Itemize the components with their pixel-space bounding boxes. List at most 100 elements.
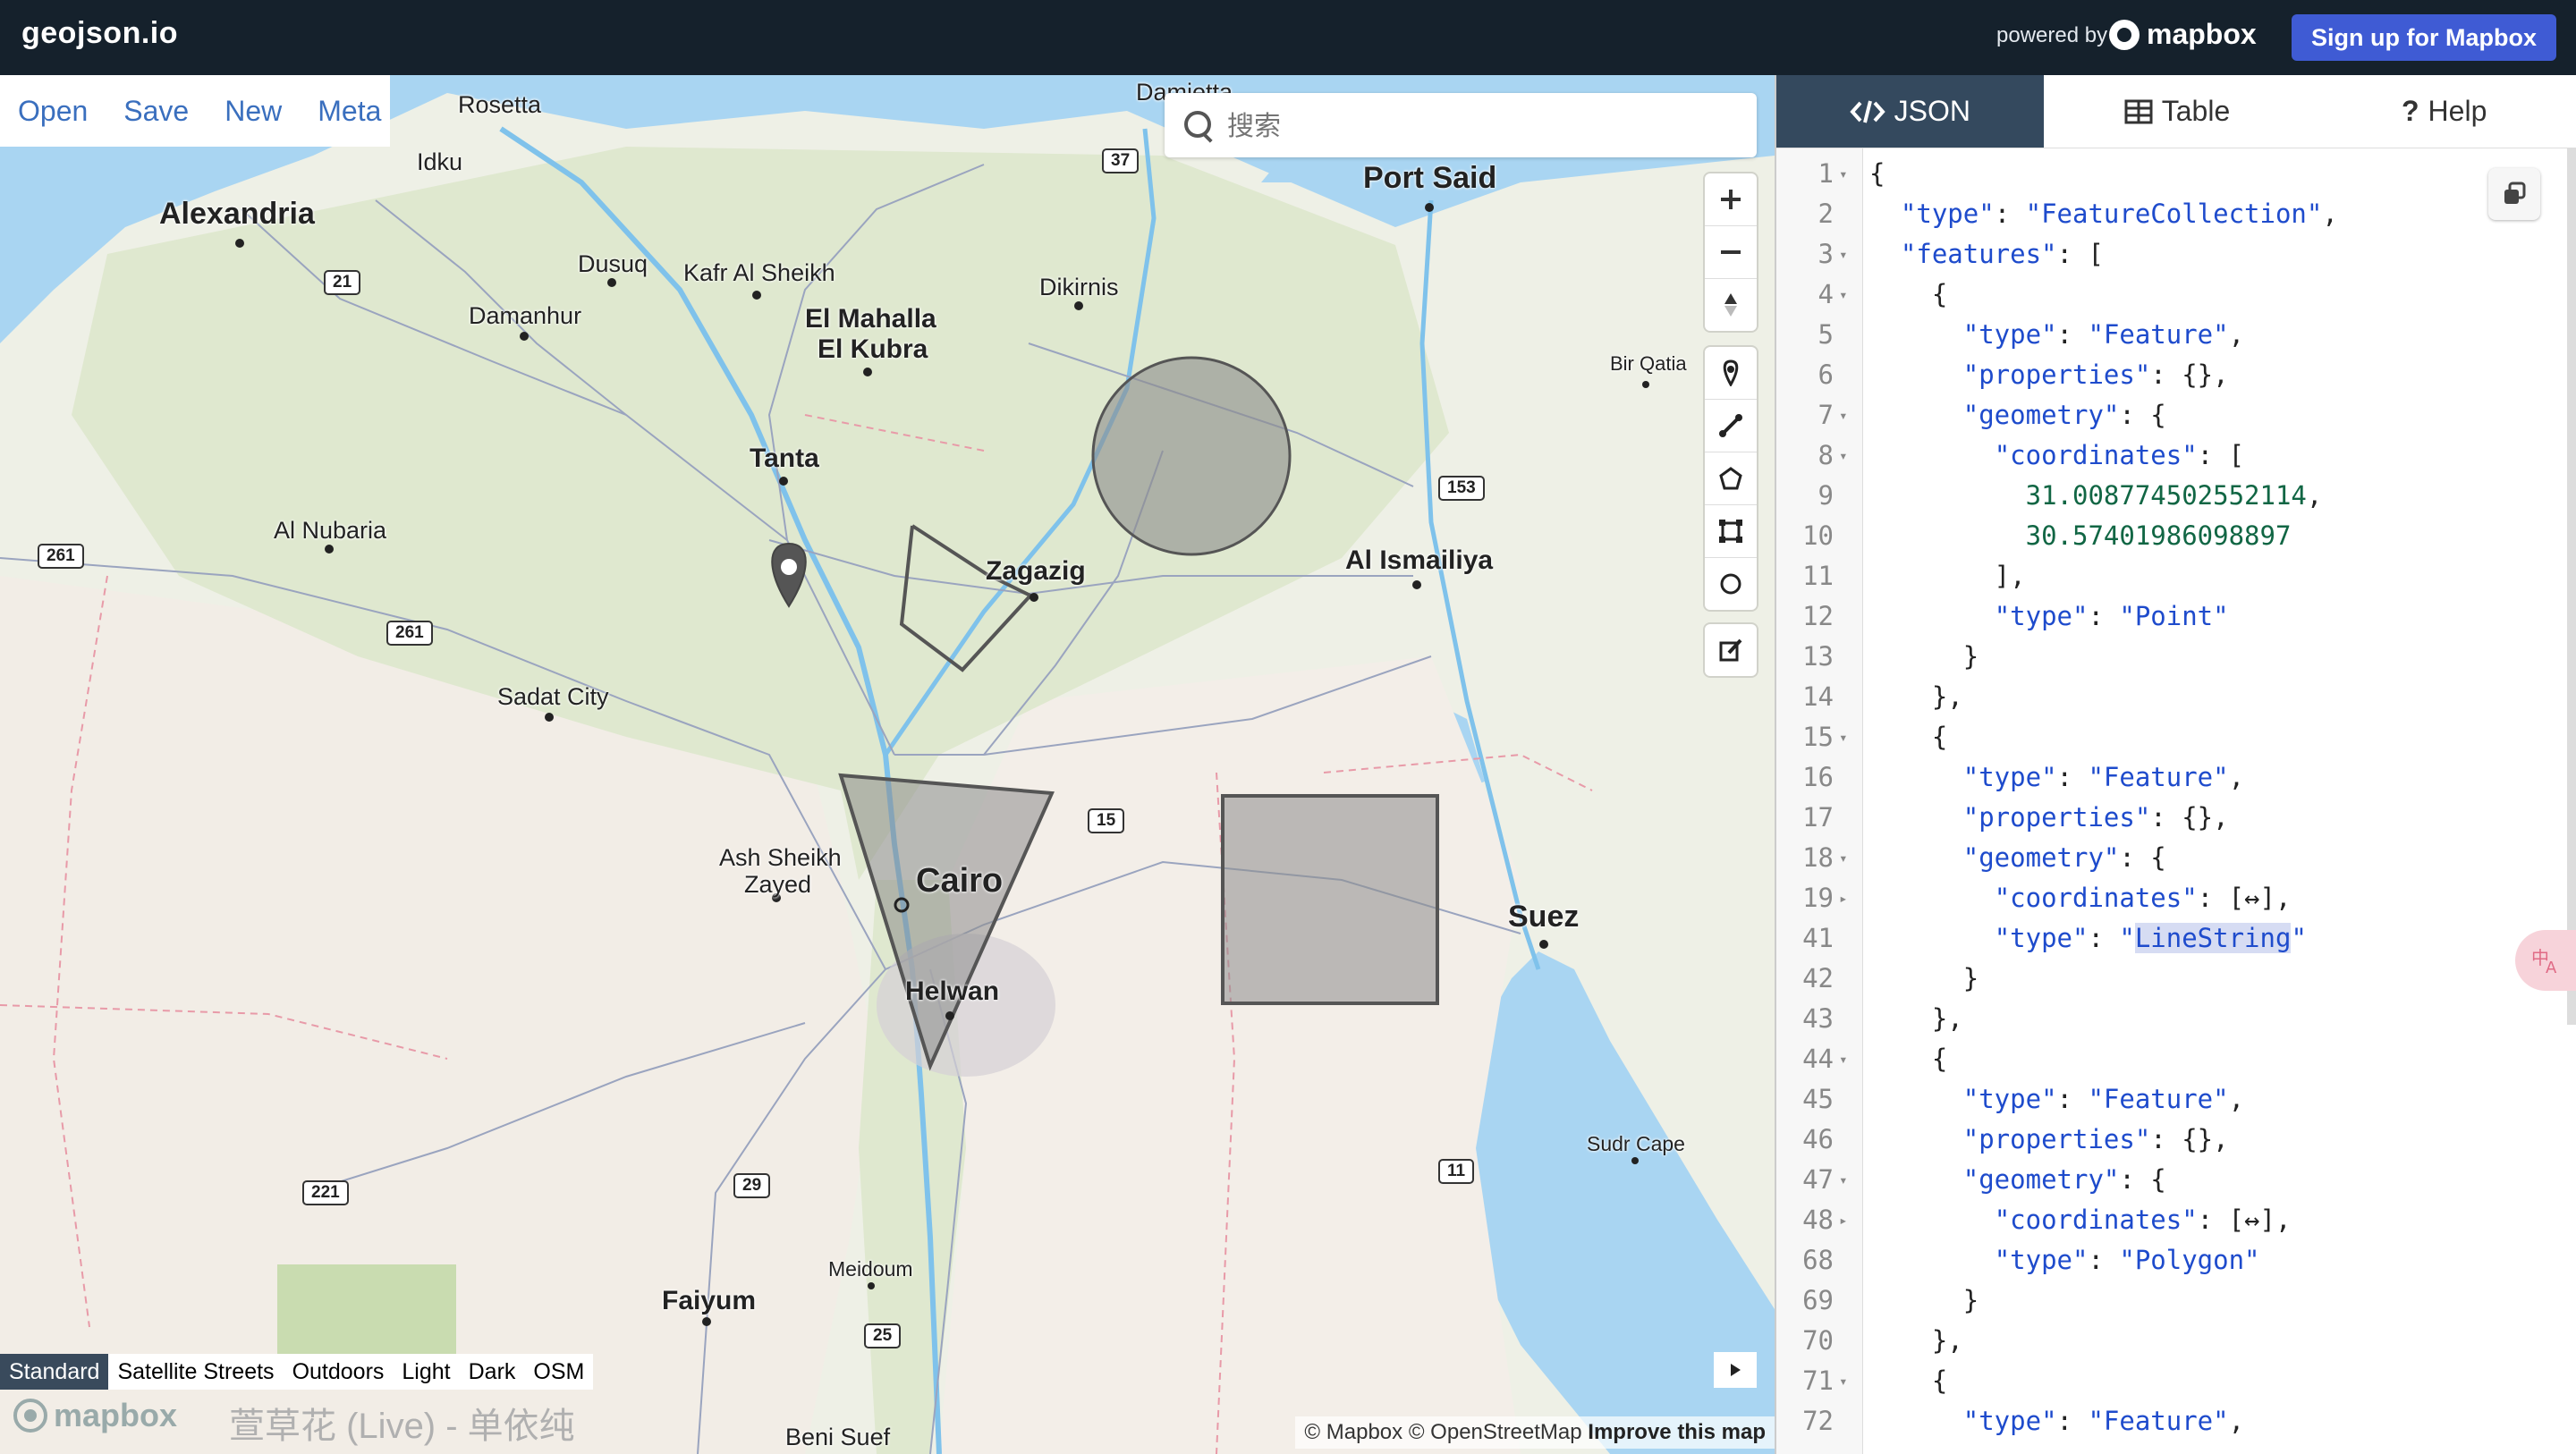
line-number: 14 bbox=[1802, 681, 1834, 712]
line-number: 16 bbox=[1802, 762, 1834, 792]
rectangle-icon bbox=[1719, 520, 1742, 543]
code-text: "coordinates": [ bbox=[1994, 440, 2245, 470]
draw-rectangle-button[interactable] bbox=[1705, 505, 1757, 558]
line-number: 45 bbox=[1802, 1084, 1834, 1114]
fold-toggle-icon[interactable]: ▾ bbox=[1839, 154, 1848, 194]
code-text: { bbox=[1869, 279, 1948, 309]
style-satellite-streets[interactable]: Satellite Streets bbox=[108, 1354, 283, 1390]
compass-button[interactable] bbox=[1705, 279, 1757, 331]
translate-button[interactable]: 中A bbox=[2515, 930, 2576, 991]
marker-icon bbox=[1723, 359, 1739, 386]
line-number: 11 bbox=[1802, 561, 1834, 591]
search-icon bbox=[1184, 111, 1211, 138]
code-text: ], bbox=[1869, 561, 2026, 591]
code-text: "geometry": { bbox=[1962, 842, 2166, 873]
fold-toggle-icon[interactable]: ▾ bbox=[1839, 234, 1848, 275]
svg-text:A: A bbox=[2546, 959, 2557, 976]
code-text: }, bbox=[1869, 681, 1963, 712]
draw-line-button[interactable] bbox=[1705, 400, 1757, 452]
compass-icon bbox=[1724, 293, 1737, 317]
map-attribution: © Mapbox © OpenStreetMap Improve this ma… bbox=[1295, 1416, 1775, 1449]
code-text: "coordinates": [↔], bbox=[1994, 1205, 2292, 1235]
edit-toolbar bbox=[1705, 624, 1757, 676]
draw-polygon-button[interactable] bbox=[1705, 452, 1757, 505]
tab-help-label: Help bbox=[2428, 95, 2487, 127]
label-el-kubra: El Kubra bbox=[818, 334, 928, 364]
line-number: 17 bbox=[1802, 802, 1834, 833]
map-mapbox-logo[interactable]: mapbox bbox=[13, 1397, 177, 1434]
translate-icon: 中A bbox=[2531, 947, 2557, 976]
tab-help[interactable]: ? Help bbox=[2310, 75, 2576, 148]
tab-table[interactable]: Table bbox=[2043, 75, 2311, 148]
code-text: "features": [ bbox=[1900, 239, 2104, 269]
edit-features-button[interactable] bbox=[1705, 624, 1757, 676]
style-osm[interactable]: OSM bbox=[524, 1354, 593, 1390]
fold-toggle-icon[interactable]: ▾ bbox=[1839, 838, 1848, 878]
meta-menu-item[interactable]: Meta bbox=[300, 95, 399, 128]
search-input[interactable] bbox=[1225, 102, 1739, 150]
fold-toggle-icon[interactable]: ▾ bbox=[1839, 717, 1848, 757]
code-text: "properties": {}, bbox=[1962, 1124, 2229, 1154]
road-shield: 261 bbox=[386, 621, 433, 646]
code-text: "geometry": { bbox=[1962, 1164, 2166, 1195]
line-number: 44 bbox=[1802, 1044, 1834, 1074]
mapbox-logo-text: mapbox bbox=[2147, 18, 2257, 50]
label-ash-sheikh: Ash Sheikh bbox=[719, 844, 842, 871]
editor-scrollbar[interactable] bbox=[2567, 148, 2576, 1025]
search-box bbox=[1165, 93, 1757, 157]
copy-button[interactable] bbox=[2488, 168, 2540, 220]
open-menu-item[interactable]: Open bbox=[0, 95, 106, 128]
edit-icon bbox=[1719, 638, 1742, 662]
line-number: 15 bbox=[1802, 722, 1834, 752]
attribution-text[interactable]: © Mapbox © OpenStreetMap bbox=[1304, 1420, 1581, 1444]
feature-circle[interactable] bbox=[1091, 356, 1292, 556]
fold-toggle-icon[interactable]: ▾ bbox=[1839, 395, 1848, 435]
road-shield: 25 bbox=[864, 1323, 902, 1348]
signup-button[interactable]: Sign up for Mapbox bbox=[2292, 14, 2556, 61]
fold-toggle-icon[interactable]: ▾ bbox=[1839, 1361, 1848, 1401]
draw-circle-button[interactable] bbox=[1705, 558, 1757, 610]
collapse-panel-button[interactable] bbox=[1714, 1352, 1757, 1388]
code-text: "coordinates": [↔], bbox=[1994, 883, 2292, 913]
new-menu-item[interactable]: New bbox=[207, 95, 300, 128]
label-alexandria: Alexandria bbox=[159, 197, 315, 231]
label-helwan: Helwan bbox=[905, 976, 1000, 1006]
line-number: 41 bbox=[1802, 923, 1834, 953]
save-menu-item[interactable]: Save bbox=[106, 95, 207, 128]
fold-toggle-icon[interactable]: ▾ bbox=[1839, 1160, 1848, 1200]
code-text: { bbox=[1869, 1365, 1948, 1396]
zoom-out-button[interactable] bbox=[1705, 226, 1757, 279]
style-light[interactable]: Light bbox=[393, 1354, 459, 1390]
label-rosetta: Rosetta bbox=[458, 91, 542, 118]
fold-toggle-icon[interactable]: ▸ bbox=[1839, 878, 1848, 918]
label-damanhur: Damanhur bbox=[469, 302, 582, 329]
improve-map-link[interactable]: Improve this map bbox=[1588, 1420, 1766, 1444]
mapbox-logo[interactable]: mapbox bbox=[2109, 18, 2257, 51]
label-dikirnis: Dikirnis bbox=[1039, 274, 1119, 300]
label-faiyum: Faiyum bbox=[662, 1286, 757, 1315]
label-zagazig: Zagazig bbox=[986, 556, 1086, 586]
line-number: 43 bbox=[1802, 1003, 1834, 1034]
label-port-said: Port Said bbox=[1363, 161, 1497, 195]
fold-toggle-icon[interactable]: ▸ bbox=[1839, 1200, 1848, 1240]
label-meidoum: Meidoum bbox=[828, 1257, 913, 1281]
code-text: } bbox=[1869, 963, 1979, 993]
brand-title[interactable]: geojson.io bbox=[21, 16, 178, 51]
road-shield: 153 bbox=[1438, 476, 1485, 501]
draw-point-button[interactable] bbox=[1705, 347, 1757, 400]
fold-toggle-icon[interactable]: ▾ bbox=[1839, 435, 1848, 476]
feature-rectangle-polygon[interactable] bbox=[1221, 794, 1439, 1005]
code-text: "geometry": { bbox=[1962, 400, 2166, 430]
style-outdoors[interactable]: Outdoors bbox=[284, 1354, 394, 1390]
map-canvas[interactable]: Alexandria Port Said Tanta Zagazig Cairo… bbox=[0, 75, 1775, 1454]
json-editor[interactable]: 1 ▾{2 "type": "FeatureCollection", 3 ▾ "fea… bbox=[1776, 148, 2576, 1454]
fold-toggle-icon[interactable]: ▾ bbox=[1839, 1039, 1848, 1079]
line-number: 19 bbox=[1802, 883, 1834, 913]
code-text: } bbox=[1869, 641, 1979, 672]
style-standard[interactable]: Standard bbox=[0, 1354, 109, 1390]
tab-json[interactable]: JSON bbox=[1776, 75, 2044, 148]
style-dark[interactable]: Dark bbox=[460, 1354, 525, 1390]
fold-toggle-icon[interactable]: ▾ bbox=[1839, 275, 1848, 315]
line-number: 9 bbox=[1818, 480, 1834, 511]
zoom-in-button[interactable] bbox=[1705, 173, 1757, 226]
